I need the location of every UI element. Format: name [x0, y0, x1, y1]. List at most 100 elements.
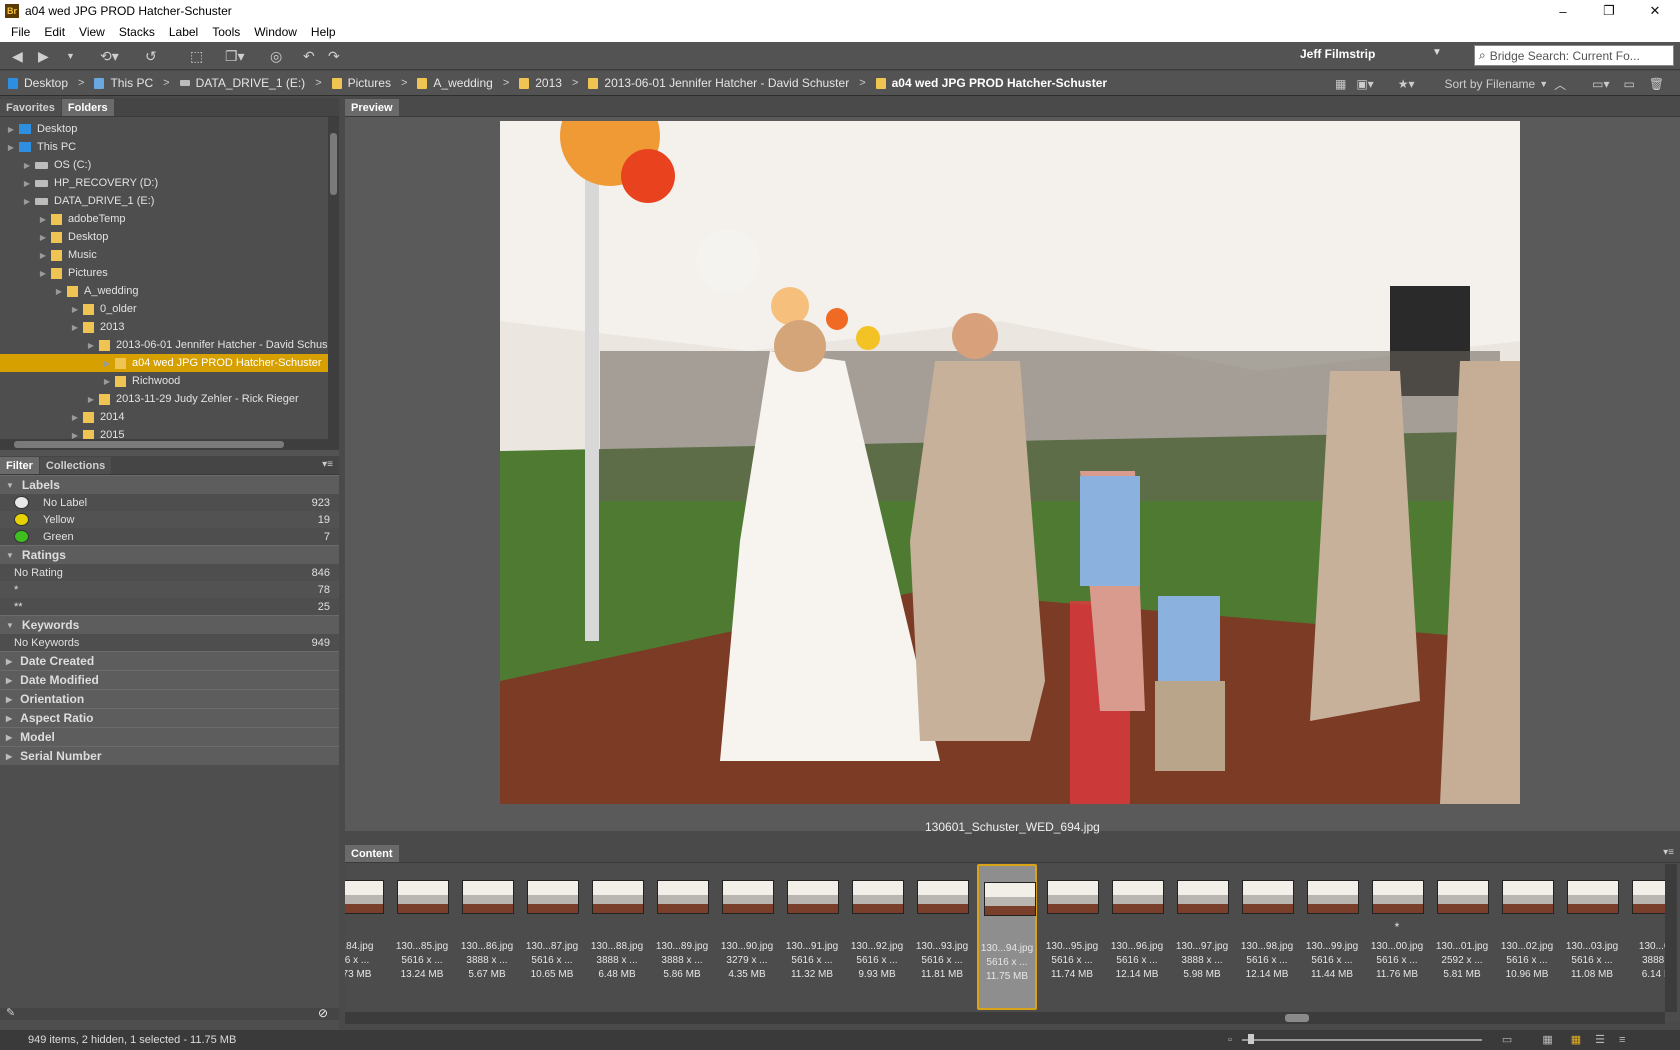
slider-handle-icon[interactable]: [1247, 1033, 1254, 1044]
folder-tree-item[interactable]: ▶ Pictures: [0, 264, 328, 282]
filter-section-date-modified[interactable]: ▶ Date Modified: [0, 670, 339, 689]
filter-section-keywords[interactable]: ▼ Keywords: [0, 615, 339, 634]
thumbnail[interactable]: 130...89.jpg 3888 x ... 5.86 MB: [652, 864, 712, 1010]
thumbnail[interactable]: 130...85.jpg 5616 x ... 13.24 MB: [392, 864, 452, 1010]
tab-filter[interactable]: Filter: [0, 457, 39, 474]
refine-icon[interactable]: ❐▾: [225, 47, 245, 65]
pin-icon[interactable]: ✎: [6, 1006, 15, 1019]
small-thumb-icon[interactable]: ▫: [1228, 1034, 1232, 1046]
folder-tree-item[interactable]: ▶ 2013: [0, 318, 328, 336]
workspace-switcher[interactable]: Jeff Filmstrip: [1300, 47, 1375, 61]
grid-view-icon[interactable]: ▦: [1542, 1033, 1552, 1046]
expand-triangle-icon[interactable]: ▶: [54, 287, 64, 296]
filter-section-model[interactable]: ▶ Model: [0, 727, 339, 746]
expand-triangle-icon[interactable]: ▶: [86, 341, 96, 350]
folder-tree-item[interactable]: ▶ 2014: [0, 408, 328, 426]
breadcrumb-item[interactable]: A_wedding >: [417, 76, 519, 90]
thumbnail[interactable]: 130...04 3888 x 6.14 M: [1627, 864, 1665, 1010]
thumbnail[interactable]: 130...91.jpg 5616 x ... 11.32 MB: [782, 864, 842, 1010]
thumbnail[interactable]: 130...97.jpg 3888 x ... 5.98 MB: [1172, 864, 1232, 1010]
breadcrumb-item[interactable]: Desktop >: [8, 76, 94, 90]
sort-dropdown-icon[interactable]: ▼: [1539, 79, 1548, 89]
expand-triangle-icon[interactable]: ▶: [70, 305, 80, 314]
breadcrumb-item[interactable]: This PC >: [94, 76, 179, 90]
menu-stacks[interactable]: Stacks: [112, 25, 162, 39]
menu-help[interactable]: Help: [304, 25, 343, 39]
expand-triangle-icon[interactable]: ▶: [38, 251, 48, 260]
sort-dropdown[interactable]: Sort by Filename: [1445, 77, 1536, 91]
expand-triangle-icon[interactable]: ▶: [86, 395, 96, 404]
folder-tree-item[interactable]: ▶ This PC: [0, 138, 328, 156]
folder-tree-item[interactable]: ▶ 2013-06-01 Jennifer Hatcher - David Sch…: [0, 336, 328, 354]
expand-triangle-icon[interactable]: ▶: [102, 359, 112, 368]
forward-arrow-icon[interactable]: ▶: [38, 47, 49, 65]
thumbnail[interactable]: 130...93.jpg 5616 x ... 11.81 MB: [912, 864, 972, 1010]
close-button[interactable]: ✕: [1632, 0, 1678, 22]
filmstrip-scrollbar[interactable]: [345, 1012, 1665, 1024]
get-photos-camera-icon[interactable]: ⬚: [190, 47, 203, 65]
expand-triangle-icon[interactable]: ▶: [102, 377, 112, 386]
filter-section-ratings[interactable]: ▼ Ratings: [0, 545, 339, 564]
new-folder-icon[interactable]: ▭: [1624, 77, 1635, 91]
filter-section-labels[interactable]: ▼ Labels: [0, 475, 339, 494]
thumbnail[interactable]: 130...87.jpg 5616 x ... 10.65 MB: [522, 864, 582, 1010]
folder-tree-vscroll[interactable]: [328, 117, 339, 450]
thumbnail[interactable]: 130...02.jpg 5616 x ... 10.96 MB: [1497, 864, 1557, 1010]
workspace-dropdown-icon[interactable]: ▼: [1432, 47, 1442, 58]
folder-tree-item[interactable]: ▶ OS (C:): [0, 156, 328, 174]
menu-tools[interactable]: Tools: [205, 25, 247, 39]
thumbnail[interactable]: 130...99.jpg 5616 x ... 11.44 MB: [1302, 864, 1362, 1010]
rotate-left-icon[interactable]: ↶: [303, 47, 315, 65]
menu-edit[interactable]: Edit: [37, 25, 72, 39]
menu-label[interactable]: Label: [162, 25, 205, 39]
panel-menu-icon[interactable]: ▾≡: [322, 459, 333, 470]
filter-row[interactable]: No Keywords 949: [0, 634, 339, 651]
panel-menu-icon[interactable]: ▾≡: [1663, 847, 1674, 858]
folder-tree-hscroll[interactable]: [0, 439, 328, 450]
thumbnail[interactable]: 130...95.jpg 5616 x ... 11.74 MB: [1042, 864, 1102, 1010]
folder-tree-item[interactable]: ▶ a04 wed JPG PROD Hatcher-Schuster: [0, 354, 328, 372]
menu-file[interactable]: File: [4, 25, 37, 39]
thumbnail-view-icon[interactable]: ▣▾: [1356, 77, 1373, 91]
preview-image[interactable]: [500, 121, 1520, 804]
expand-triangle-icon[interactable]: ▶: [22, 179, 32, 188]
expand-triangle-icon[interactable]: ▶: [38, 269, 48, 278]
filmstrip-vscroll[interactable]: [1665, 864, 1677, 1012]
sort-direction-icon[interactable]: ︿: [1554, 76, 1566, 93]
scroll-thumb[interactable]: [14, 441, 284, 448]
menu-view[interactable]: View: [72, 25, 112, 39]
quality-options-icon[interactable]: ▦: [1335, 77, 1346, 91]
folder-tree-item[interactable]: ▶ Desktop: [0, 228, 328, 246]
thumbnail[interactable]: 130...96.jpg 5616 x ... 12.14 MB: [1107, 864, 1167, 1010]
thumbnail-view-icon[interactable]: ▦: [1571, 1033, 1581, 1046]
breadcrumb-item[interactable]: DATA_DRIVE_1 (E:) >: [179, 76, 332, 90]
thumbnail[interactable]: 130...01.jpg 2592 x ... 5.81 MB: [1432, 864, 1492, 1010]
thumbnail-size-slider[interactable]: [1241, 1033, 1482, 1044]
history-dropdown-icon[interactable]: ▼: [66, 47, 75, 65]
filter-row[interactable]: Green 7: [0, 528, 339, 545]
folder-tree-item[interactable]: ▶ Music: [0, 246, 328, 264]
menu-window[interactable]: Window: [247, 25, 304, 39]
scroll-thumb[interactable]: [1285, 1014, 1309, 1022]
clear-filter-icon[interactable]: ⊘: [318, 1006, 328, 1020]
breadcrumb-item[interactable]: 2013-06-01 Jennifer Hatcher - David Schu…: [588, 76, 875, 90]
breadcrumb-item[interactable]: Pictures >: [331, 76, 418, 90]
minimize-button[interactable]: –: [1540, 0, 1586, 22]
thumbnail[interactable]: 130...86.jpg 3888 x ... 5.67 MB: [457, 864, 517, 1010]
filter-section-aspect-ratio[interactable]: ▶ Aspect Ratio: [0, 708, 339, 727]
thumbnail[interactable]: * 130...00.jpg 5616 x ... 11.76 MB: [1367, 864, 1427, 1010]
folder-tree-item[interactable]: ▶ 2013-11-29 Judy Zehler - Rick Rieger: [0, 390, 328, 408]
expand-triangle-icon[interactable]: ▶: [6, 125, 16, 134]
list-view-icon[interactable]: ≡: [1619, 1034, 1625, 1046]
expand-triangle-icon[interactable]: ▶: [70, 323, 80, 332]
large-thumb-icon[interactable]: ▭: [1502, 1033, 1512, 1046]
return-to-camera-raw-icon[interactable]: ⟲▾: [100, 47, 119, 65]
thumbnail[interactable]: 130...90.jpg 3279 x ... 4.35 MB: [717, 864, 777, 1010]
details-view-icon[interactable]: ☰: [1595, 1033, 1605, 1046]
filter-section-serial-number[interactable]: ▶ Serial Number: [0, 746, 339, 765]
back-arrow-icon[interactable]: ◀: [12, 47, 23, 65]
folder-tree-item[interactable]: ▶ Desktop: [0, 120, 328, 138]
tab-folders[interactable]: Folders: [61, 99, 114, 116]
scroll-thumb[interactable]: [330, 133, 337, 195]
open-recent-icon[interactable]: ▭▾: [1592, 77, 1609, 91]
